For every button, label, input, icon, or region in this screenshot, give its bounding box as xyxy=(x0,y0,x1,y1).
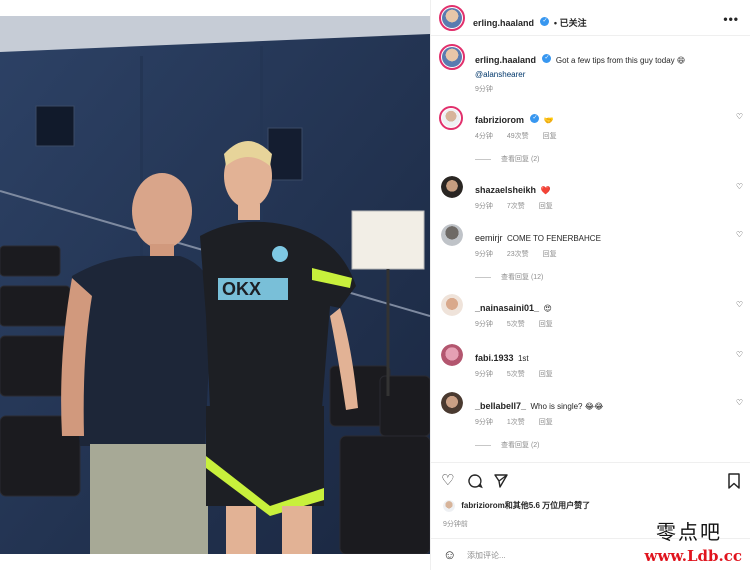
comment-username[interactable]: _nainasaini01_ xyxy=(475,303,539,313)
comment-like-heart-icon[interactable]: ♡ xyxy=(736,300,743,309)
comment-text: 😍 xyxy=(543,304,552,313)
comment-likes[interactable]: 7次赞 xyxy=(507,203,525,210)
comment-item: _bellabell7_ Who is single? 😂😂 9分钟 1次赞 回… xyxy=(431,392,750,454)
comment-item: fabriziorom ✓ 🤝 4分钟 49次赞 回复 查看回复 (2) ♡ xyxy=(431,106,750,168)
comment-reply-button[interactable]: 回复 xyxy=(543,251,557,258)
comment-likes[interactable]: 1次赞 xyxy=(507,419,525,426)
more-options-icon[interactable]: ••• xyxy=(723,12,739,26)
liker-username[interactable]: fabriziorom xyxy=(461,501,505,510)
commenter-avatar[interactable] xyxy=(441,392,463,414)
comment-like-heart-icon[interactable]: ♡ xyxy=(736,112,743,121)
author-avatar[interactable] xyxy=(439,5,465,31)
comment-reply-button[interactable]: 回复 xyxy=(539,371,553,378)
comment-likes[interactable]: 23次赞 xyxy=(507,251,529,258)
share-send-icon[interactable] xyxy=(493,473,509,493)
comment-text: COME TO FENERBAHCE xyxy=(506,234,601,243)
commenter-avatar[interactable] xyxy=(441,224,463,246)
photo-illustration: OKX xyxy=(0,16,430,554)
post-action-bar: ♡ xyxy=(431,462,750,498)
comment-like-heart-icon[interactable]: ♡ xyxy=(736,182,743,191)
liker-avatar xyxy=(443,500,455,512)
comment-time: 9分钟 xyxy=(475,371,493,378)
svg-text:OKX: OKX xyxy=(222,279,261,299)
comment-like-heart-icon[interactable]: ♡ xyxy=(736,398,743,407)
verified-badge-icon: ✓ xyxy=(540,17,550,27)
watermark-url: www.Ldb.cc xyxy=(644,547,742,565)
comment-username[interactable]: fabi.1933 xyxy=(475,353,514,363)
author-username[interactable]: erling.haaland xyxy=(473,18,534,28)
caption-text: Got a few tips from this guy today 😄 xyxy=(555,56,686,65)
follow-status[interactable]: • 已关注 xyxy=(554,18,587,28)
comment-reply-button[interactable]: 回复 xyxy=(539,321,553,328)
post-caption: erling.haaland ✓ Got a few tips from thi… xyxy=(431,42,750,100)
likes-summary: fabriziorom和其他5.6 万位用户赞了 xyxy=(443,500,590,512)
post-photo[interactable]: OKX xyxy=(0,16,430,554)
comment-text: Who is single? 😂😂 xyxy=(530,402,604,411)
likes-count-text[interactable]: 和其他5.6 万位用户赞了 xyxy=(505,501,590,510)
view-replies-button[interactable]: 查看回复 (12) xyxy=(475,272,543,282)
comment-reply-button[interactable]: 回复 xyxy=(539,419,553,426)
comment-likes[interactable]: 5次赞 xyxy=(507,321,525,328)
view-replies-label: 查看回复 (2) xyxy=(501,156,540,163)
caption-author-avatar[interactable] xyxy=(439,44,465,70)
comment-username[interactable]: fabriziorom xyxy=(475,115,524,125)
comment-like-heart-icon[interactable]: ♡ xyxy=(736,350,743,359)
comment-item: fabi.1933 1st 9分钟 5次赞 回复 ♡ xyxy=(431,344,750,384)
view-replies-label: 查看回复 (12) xyxy=(501,274,544,281)
verified-badge-icon: ✓ xyxy=(530,114,540,124)
post-timestamp: 9分钟前 xyxy=(443,521,468,528)
watermark-chinese: 零点吧 xyxy=(656,520,722,544)
comment-likes[interactable]: 49次赞 xyxy=(507,133,529,140)
post-media-area: OKX xyxy=(0,0,430,570)
view-replies-label: 查看回复 (2) xyxy=(501,442,540,449)
like-heart-icon[interactable]: ♡ xyxy=(441,473,454,489)
comment-username[interactable]: eemirjr xyxy=(475,233,503,243)
commenter-avatar[interactable] xyxy=(441,344,463,366)
comment-like-heart-icon[interactable]: ♡ xyxy=(736,230,743,239)
verified-badge-icon: ✓ xyxy=(542,54,552,64)
comment-time: 4分钟 xyxy=(475,133,493,140)
commenter-avatar[interactable] xyxy=(441,176,463,198)
caption-mention-link[interactable]: @alanshearer xyxy=(475,70,525,79)
comment-text: 1st xyxy=(517,354,529,363)
comment-likes[interactable]: 5次赞 xyxy=(507,371,525,378)
comment-input[interactable]: 添加评论... xyxy=(467,550,506,561)
comment-time: 9分钟 xyxy=(475,251,493,258)
comment-bubble-icon[interactable] xyxy=(467,473,483,493)
comment-item: eemirjr COME TO FENERBAHCE 9分钟 23次赞 回复 查… xyxy=(431,224,750,286)
post-header: erling.haaland ✓ • 已关注 ••• xyxy=(431,0,750,36)
comment-time: 9分钟 xyxy=(475,203,493,210)
view-replies-button[interactable]: 查看回复 (2) xyxy=(475,154,540,164)
comment-item: _nainasaini01_ 😍 9分钟 5次赞 回复 ♡ xyxy=(431,294,750,334)
caption-time: 9分钟 xyxy=(475,86,493,93)
comment-reply-button[interactable]: 回复 xyxy=(543,133,557,140)
comment-reply-button[interactable]: 回复 xyxy=(539,203,553,210)
comment-item: shazaelsheikh ❤️ 9分钟 7次赞 回复 ♡ xyxy=(431,176,750,216)
comment-text: 🤝 xyxy=(543,116,554,125)
comment-username[interactable]: _bellabell7_ xyxy=(475,401,526,411)
emoji-icon[interactable]: ☺ xyxy=(443,547,456,562)
comment-time: 9分钟 xyxy=(475,419,493,426)
post-side-panel: erling.haaland ✓ • 已关注 ••• erling.haalan… xyxy=(430,0,750,570)
comment-text: ❤️ xyxy=(540,186,551,195)
comment-time: 9分钟 xyxy=(475,321,493,328)
comment-username[interactable]: shazaelsheikh xyxy=(475,185,536,195)
commenter-avatar[interactable] xyxy=(441,294,463,316)
save-bookmark-icon[interactable] xyxy=(727,473,741,493)
view-replies-button[interactable]: 查看回复 (2) xyxy=(475,440,540,450)
commenter-avatar[interactable] xyxy=(439,106,463,130)
